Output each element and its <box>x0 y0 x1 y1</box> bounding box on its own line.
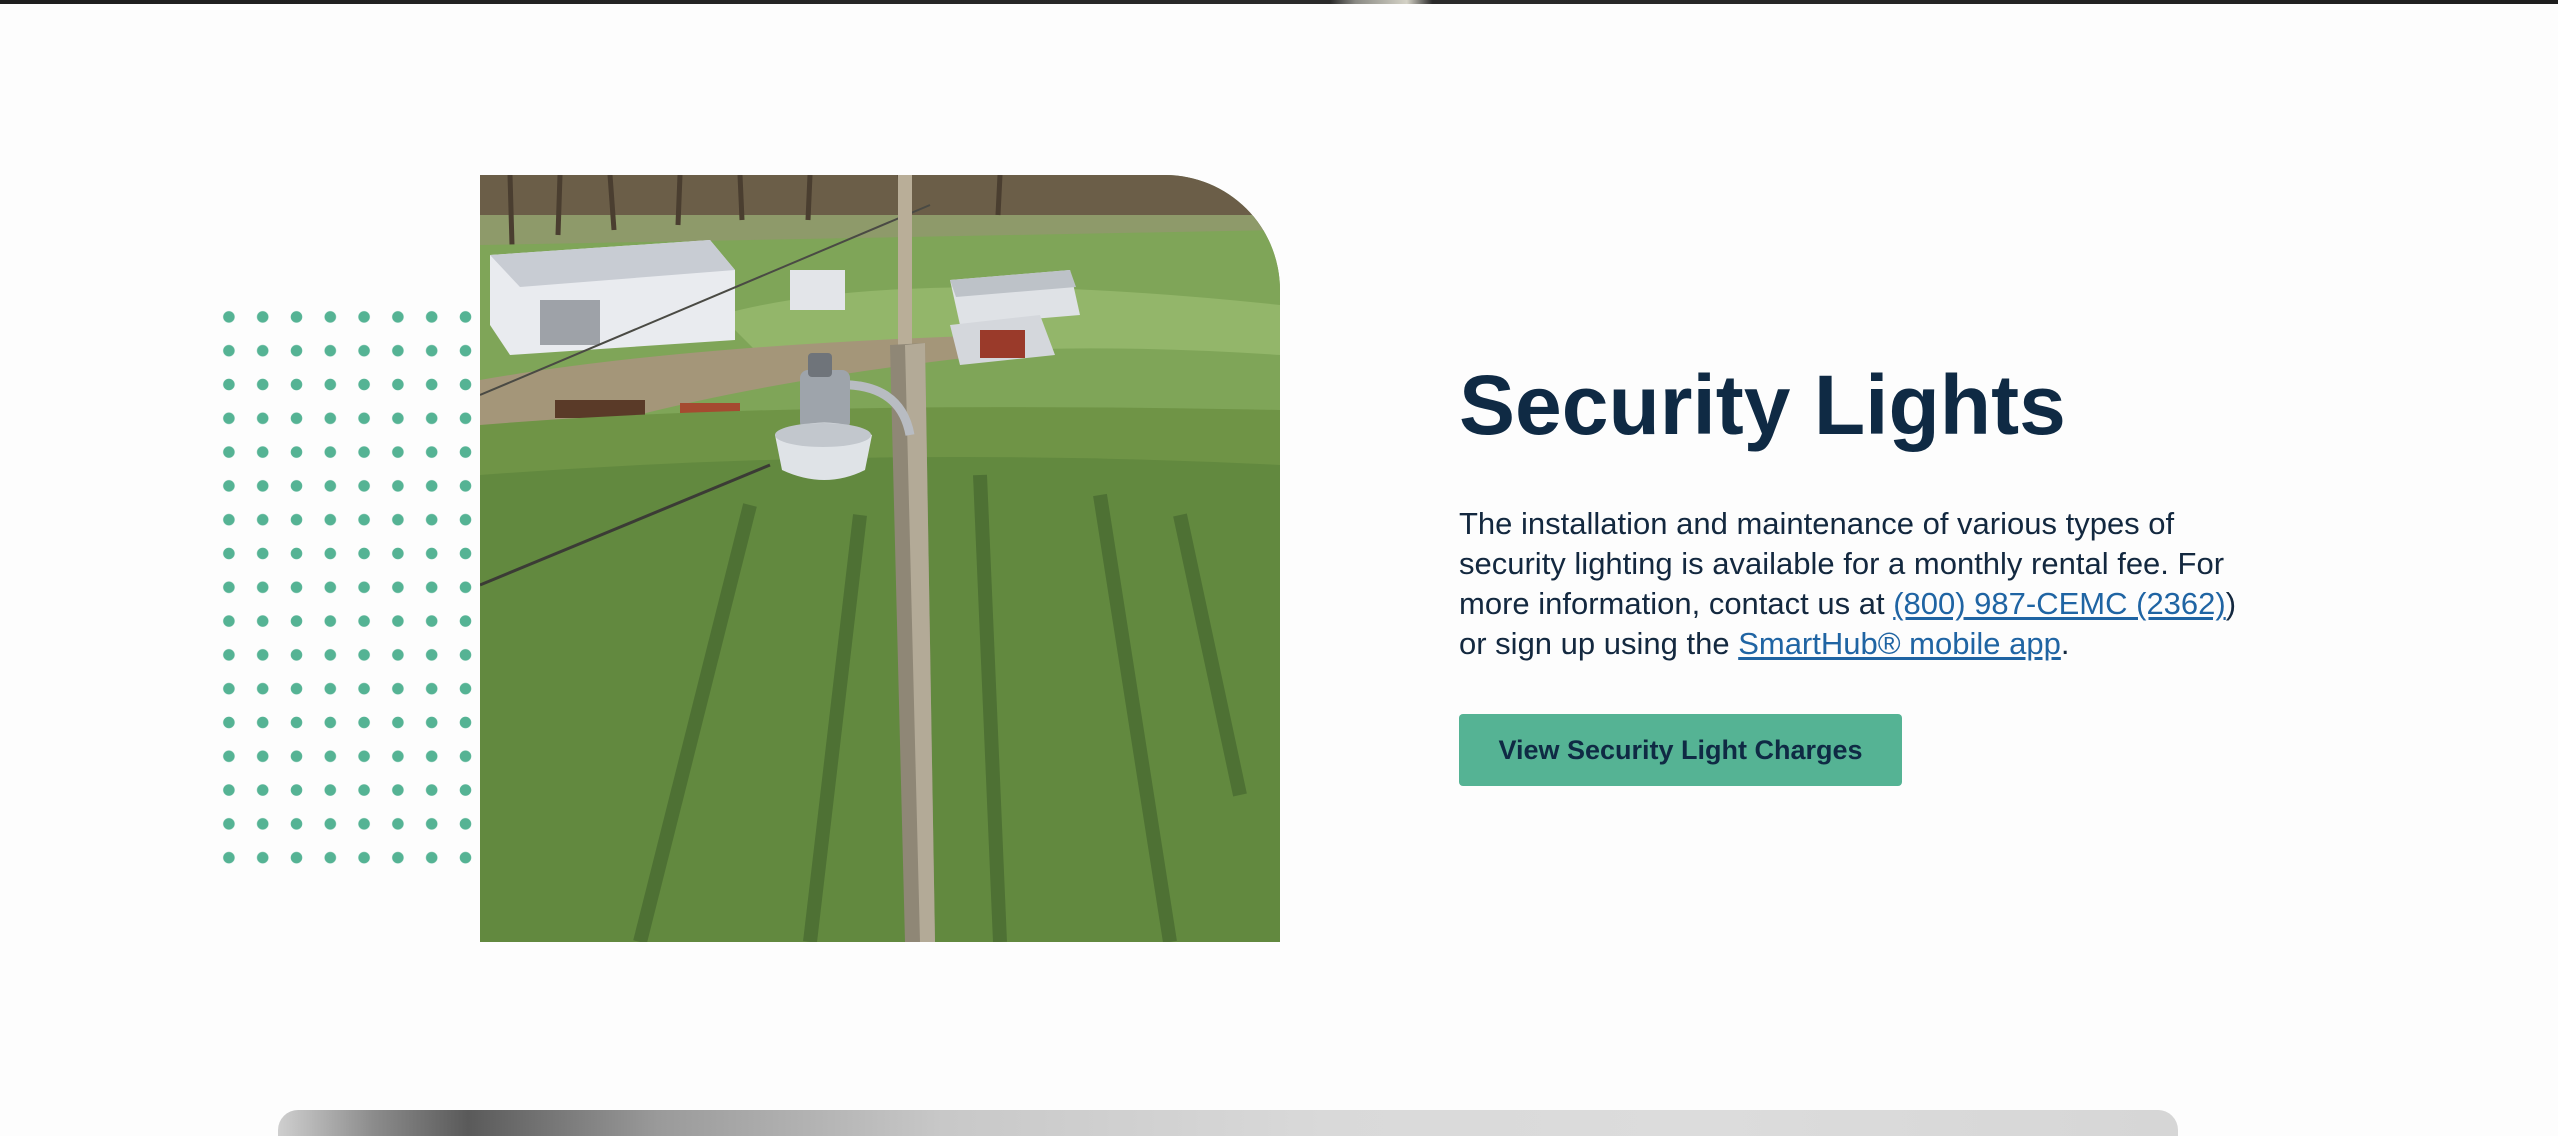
page-title: Security Lights <box>1459 358 2066 452</box>
page: Security Lights The installation and mai… <box>0 0 2558 1136</box>
security-lights-content: Security Lights The installation and mai… <box>1459 350 2269 786</box>
phone-link[interactable]: (800) 987-CEMC (2362) <box>1893 586 2226 621</box>
description-part-3: . <box>2060 626 2070 661</box>
next-section-edge <box>278 1110 2178 1136</box>
smarthub-app-link[interactable]: SmartHub® mobile app <box>1738 626 2061 661</box>
description-text: The installation and maintenance of vari… <box>1459 504 2269 664</box>
previous-section-edge <box>0 0 2558 4</box>
security-light-photo <box>480 175 1280 942</box>
view-security-light-charges-button[interactable]: View Security Light Charges <box>1459 714 1902 786</box>
decorative-dot-pattern <box>212 300 482 880</box>
